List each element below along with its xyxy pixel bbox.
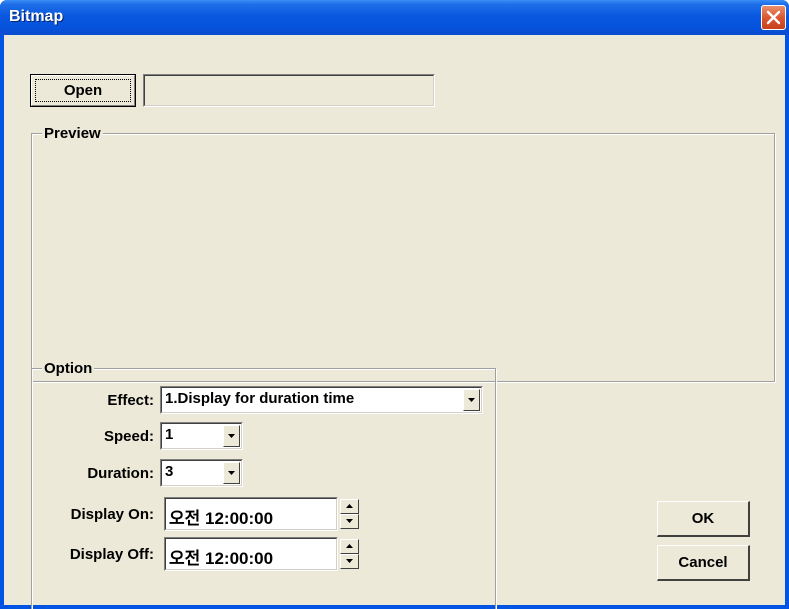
close-icon (766, 10, 781, 25)
effect-dropdown-button[interactable] (463, 389, 480, 411)
duration-value: 3 (165, 463, 174, 480)
display-on-spin-up[interactable] (340, 499, 359, 514)
speed-select[interactable]: 1 (160, 422, 243, 450)
display-on-spinner[interactable] (340, 499, 359, 529)
open-button[interactable]: Open (30, 74, 136, 107)
preview-group (31, 133, 775, 382)
display-on-time-field[interactable]: 오전 12:00:00 (164, 497, 338, 531)
display-on-label: Display On: (70, 506, 154, 523)
arrow-up-icon (346, 544, 353, 548)
duration-select[interactable]: 3 (160, 459, 243, 487)
bitmap-dialog: Bitmap Open Preview Option Effect: 1.Dis… (0, 0, 789, 609)
arrow-up-icon (346, 504, 353, 508)
display-off-spinner[interactable] (340, 539, 359, 569)
speed-dropdown-button[interactable] (223, 425, 240, 447)
display-on-spin-down[interactable] (340, 514, 359, 529)
display-off-label: Display Off: (69, 546, 154, 563)
chevron-down-icon (468, 398, 475, 402)
ok-button[interactable]: OK (657, 501, 750, 537)
speed-label: Speed: (103, 428, 154, 445)
effect-select[interactable]: 1.Display for duration time (160, 386, 483, 414)
effect-value: 1.Display for duration time (165, 390, 355, 407)
cancel-button-label: Cancel (678, 554, 728, 571)
display-off-spin-up[interactable] (340, 539, 359, 554)
chevron-down-icon (228, 434, 235, 438)
option-label: Option (42, 360, 95, 377)
duration-dropdown-button[interactable] (223, 462, 240, 484)
effect-label: Effect: (107, 392, 154, 409)
title-bar[interactable]: Bitmap (0, 0, 789, 35)
arrow-down-icon (346, 559, 353, 563)
preview-label: Preview (42, 125, 103, 142)
open-button-label: Open (63, 82, 103, 99)
close-button[interactable] (761, 5, 786, 30)
display-off-spin-down[interactable] (340, 554, 359, 569)
arrow-down-icon (346, 519, 353, 523)
chevron-down-icon (228, 471, 235, 475)
speed-value: 1 (165, 426, 174, 443)
window-title: Bitmap (9, 8, 64, 25)
cancel-button[interactable]: Cancel (657, 545, 750, 581)
display-off-value: 오전 12:00:00 (169, 549, 274, 568)
duration-label: Duration: (87, 465, 154, 482)
display-off-time-field[interactable]: 오전 12:00:00 (164, 537, 338, 571)
ok-button-label: OK (691, 510, 715, 527)
file-path-field[interactable] (143, 74, 435, 107)
dialog-body: Open Preview Option Effect: 1.Display fo… (4, 35, 785, 609)
display-on-value: 오전 12:00:00 (169, 509, 274, 528)
